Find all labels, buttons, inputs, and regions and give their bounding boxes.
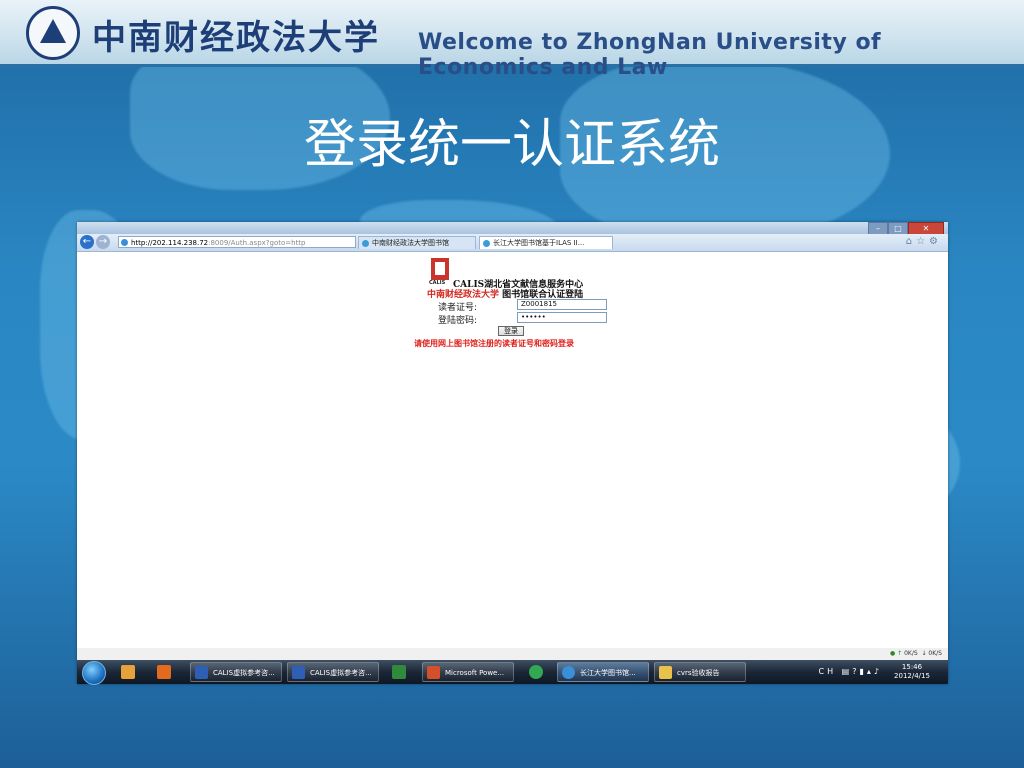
ie-icon — [121, 239, 128, 246]
taskbar-item-label: CALIS虚拟参考咨... — [310, 669, 372, 677]
user-icon[interactable] — [121, 665, 135, 679]
network-speed: ● ↑ 0K/S ↓ 0K/S — [889, 650, 942, 657]
taskbar-item-ie[interactable]: 长江大学图书馆... — [557, 662, 649, 682]
login-button[interactable]: 登录 — [498, 326, 524, 336]
upload-arrow-icon: ● ↑ — [889, 650, 903, 657]
gear-icon[interactable]: ⚙ — [929, 236, 942, 247]
tab-favicon-icon — [362, 240, 369, 247]
tab-library[interactable]: 中南财经政法大学图书馆 — [358, 236, 476, 249]
clock-time: 15:46 — [901, 663, 923, 671]
login-notice: 请使用网上图书馆注册的读者证号和密码登录 — [414, 339, 574, 348]
forward-arrow-icon[interactable]: → — [96, 235, 110, 249]
browser-statusbar: ● ↑ 0K/S ↓ 0K/S — [77, 648, 948, 660]
university-name-red: 中南财经政法大学 — [427, 290, 500, 300]
tab-label: 长江大学图书馆基于ILAS II... — [493, 239, 585, 247]
password-label: 登陆密码: — [438, 316, 478, 326]
powerpoint-icon — [427, 666, 440, 679]
calis-logo-icon — [431, 258, 449, 280]
keyboard-icon[interactable]: ▤ — [842, 667, 853, 676]
taskbar-item-label: 长江大学图书馆... — [580, 669, 636, 677]
word-icon — [195, 666, 208, 679]
university-name: 中南财经政法大学 — [92, 18, 380, 58]
taskbar-item-word-1[interactable]: CALIS虚拟参考咨... — [190, 662, 282, 682]
excel-icon[interactable] — [392, 665, 406, 679]
show-hidden-icon[interactable]: ▴ — [867, 667, 874, 676]
upload-speed: 0K/S — [904, 650, 918, 657]
ie-icon — [562, 666, 575, 679]
star-icon[interactable]: ☆ — [916, 236, 929, 247]
browser-navbar: ← → http://202.114.238.72:8009/Auth.aspx… — [77, 234, 948, 252]
tray-icons: CH ▤?▮▴♪ — [819, 667, 883, 676]
address-host: http://202.114.238.72 — [131, 239, 209, 247]
network-icon[interactable]: ▮ — [859, 667, 866, 676]
start-button-icon[interactable] — [82, 661, 106, 685]
slide-header: 中南财经政法大学 Welcome to ZhongNan University … — [0, 0, 1024, 80]
clock-date: 2012/4/15 — [894, 672, 930, 680]
taskbar-item-word-2[interactable]: CALIS虚拟参考咨... — [287, 662, 379, 682]
reader-id-label: 读者证号: — [438, 303, 478, 313]
browser-toolbar-icons: ⌂☆⚙ — [906, 236, 942, 247]
login-page: CALIS CALIS湖北省文献信息服务中心 中南财经政法大学 图书馆联合认证登… — [77, 252, 948, 660]
university-seal-icon — [26, 6, 80, 60]
window-titlebar: – □ ✕ — [77, 222, 948, 235]
tab-favicon-icon — [483, 240, 490, 247]
address-bar[interactable]: http://202.114.238.72:8009/Auth.aspx?got… — [118, 236, 356, 248]
volume-icon[interactable]: ♪ — [874, 667, 882, 676]
word-icon — [292, 666, 305, 679]
password-input[interactable] — [517, 312, 607, 323]
windows-taskbar: CALIS虚拟参考咨... CALIS虚拟参考咨... Microsoft Po… — [77, 660, 948, 685]
reader-id-input[interactable] — [517, 299, 607, 310]
calis-logo-text: CALIS — [429, 280, 446, 286]
taskbar-item-powerpoint[interactable]: Microsoft Powe... — [422, 662, 514, 682]
taskbar-item-label: CALIS虚拟参考咨... — [213, 669, 275, 677]
address-path: :8009/Auth.aspx?goto=http — [208, 239, 306, 247]
browser-screenshot: – □ ✕ ← → http://202.114.238.72:8009/Aut… — [77, 222, 948, 685]
input-language[interactable]: CH — [819, 667, 837, 676]
welcome-banner: Welcome to ZhongNan University of Econom… — [418, 30, 882, 80]
download-speed: 0K/S — [928, 650, 942, 657]
home-icon[interactable]: ⌂ — [906, 236, 916, 247]
taskbar-item-folder[interactable]: cvrs验收报告 — [654, 662, 746, 682]
taskbar-item-label: cvrs验收报告 — [677, 669, 720, 677]
back-arrow-icon[interactable]: ← — [80, 235, 94, 249]
taskbar-item-label: Microsoft Powe... — [445, 669, 505, 677]
slide-title: 登录统一认证系统 — [303, 115, 720, 175]
clock[interactable]: 15:46 2012/4/15 — [890, 663, 934, 681]
tab-label: 中南财经政法大学图书馆 — [372, 239, 449, 247]
media-player-icon[interactable] — [157, 665, 171, 679]
browser-green-icon[interactable] — [529, 665, 543, 679]
folder-icon — [659, 666, 672, 679]
tab-yangtze-library[interactable]: 长江大学图书馆基于ILAS II... — [479, 236, 613, 249]
